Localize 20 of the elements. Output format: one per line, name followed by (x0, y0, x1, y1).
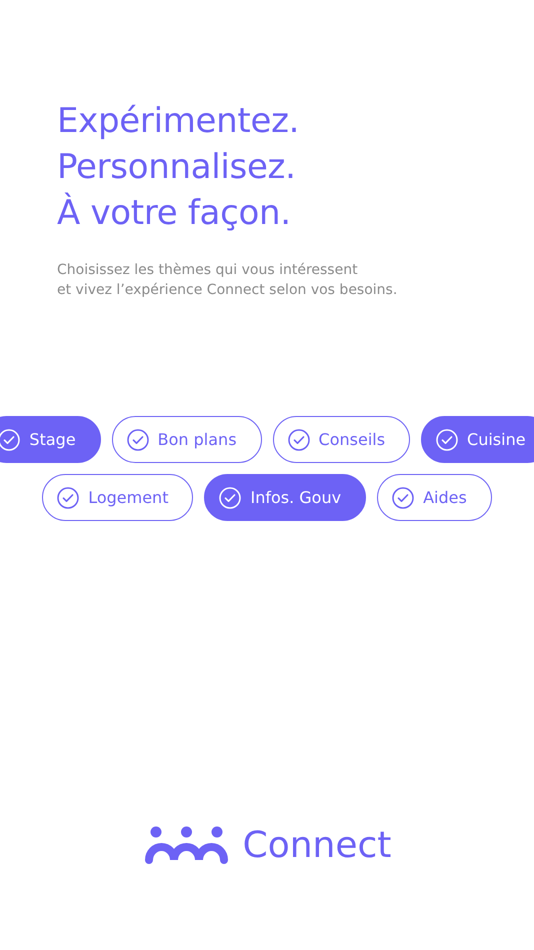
check-circle-icon (219, 486, 242, 508)
check-circle-icon (436, 428, 458, 450)
topic-chip[interactable]: Bon plans (112, 416, 262, 463)
check-circle-icon (57, 486, 80, 508)
topic-chip[interactable]: Aides (377, 474, 492, 521)
headline: Personnalisez. (57, 146, 297, 189)
subtitle: Choisissez les thèmes qui vous intéressent (57, 261, 359, 280)
check-circle-icon (126, 428, 149, 450)
headline: Expérimentez. (57, 100, 300, 143)
topic-chip[interactable]: Infos. Gouv (204, 474, 366, 521)
topic-chip[interactable]: Cuisine (421, 416, 534, 463)
brand-name: Connect (242, 825, 392, 866)
check-circle-icon (288, 428, 310, 450)
topic-chip[interactable]: Logement (42, 474, 194, 521)
subtitle: et vivez l’expérience Connect selon vos besoins. (57, 281, 398, 300)
people-logo-icon (142, 826, 230, 866)
check-circle-icon (392, 486, 414, 508)
topic-chip[interactable]: Stage (0, 416, 101, 463)
topic-chip[interactable]: Conseils (272, 416, 410, 463)
headline: À votre façon. (57, 192, 292, 235)
